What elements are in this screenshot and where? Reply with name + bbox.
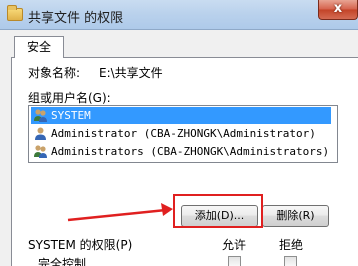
- deny-checkbox[interactable]: [284, 256, 297, 266]
- deny-column-header: 拒绝: [279, 238, 304, 252]
- object-name-label: 对象名称:: [28, 66, 81, 80]
- users-list[interactable]: SYSTEM Administrator (CBA-ZHONGK\Adminis…: [28, 105, 338, 163]
- permission-name: 完全控制: [38, 257, 87, 266]
- list-item-label: Administrator (CBA-ZHONGK\Administrator): [51, 127, 316, 140]
- users-list-label: 组或用户名(G):: [28, 91, 111, 105]
- highlight-box: [173, 194, 263, 228]
- list-item-label: SYSTEM: [51, 109, 91, 122]
- allow-checkbox[interactable]: [228, 256, 241, 266]
- remove-button[interactable]: 删除(R): [262, 205, 329, 227]
- table-row: 完全控制: [28, 254, 358, 266]
- list-item[interactable]: SYSTEM: [31, 107, 331, 124]
- user-group-icon: [34, 145, 47, 158]
- list-item-label: Administrators (CBA-ZHONGK\Administrator…: [51, 145, 330, 158]
- permissions-label: SYSTEM 的权限(P): [28, 238, 133, 252]
- title-bar: 共享文件 的权限 x: [0, 0, 358, 30]
- user-icon: [35, 127, 46, 140]
- user-group-icon: [34, 109, 47, 122]
- allow-column-header: 允许: [222, 238, 247, 252]
- object-name-value: E:\共享文件: [99, 66, 163, 80]
- window-title: 共享文件 的权限: [28, 11, 124, 26]
- list-item[interactable]: Administrator (CBA-ZHONGK\Administrator): [31, 125, 331, 142]
- tab-security[interactable]: 安全: [14, 36, 64, 58]
- close-button[interactable]: x: [318, 0, 358, 20]
- folder-icon: [7, 5, 23, 21]
- list-item[interactable]: Administrators (CBA-ZHONGK\Administrator…: [31, 143, 331, 160]
